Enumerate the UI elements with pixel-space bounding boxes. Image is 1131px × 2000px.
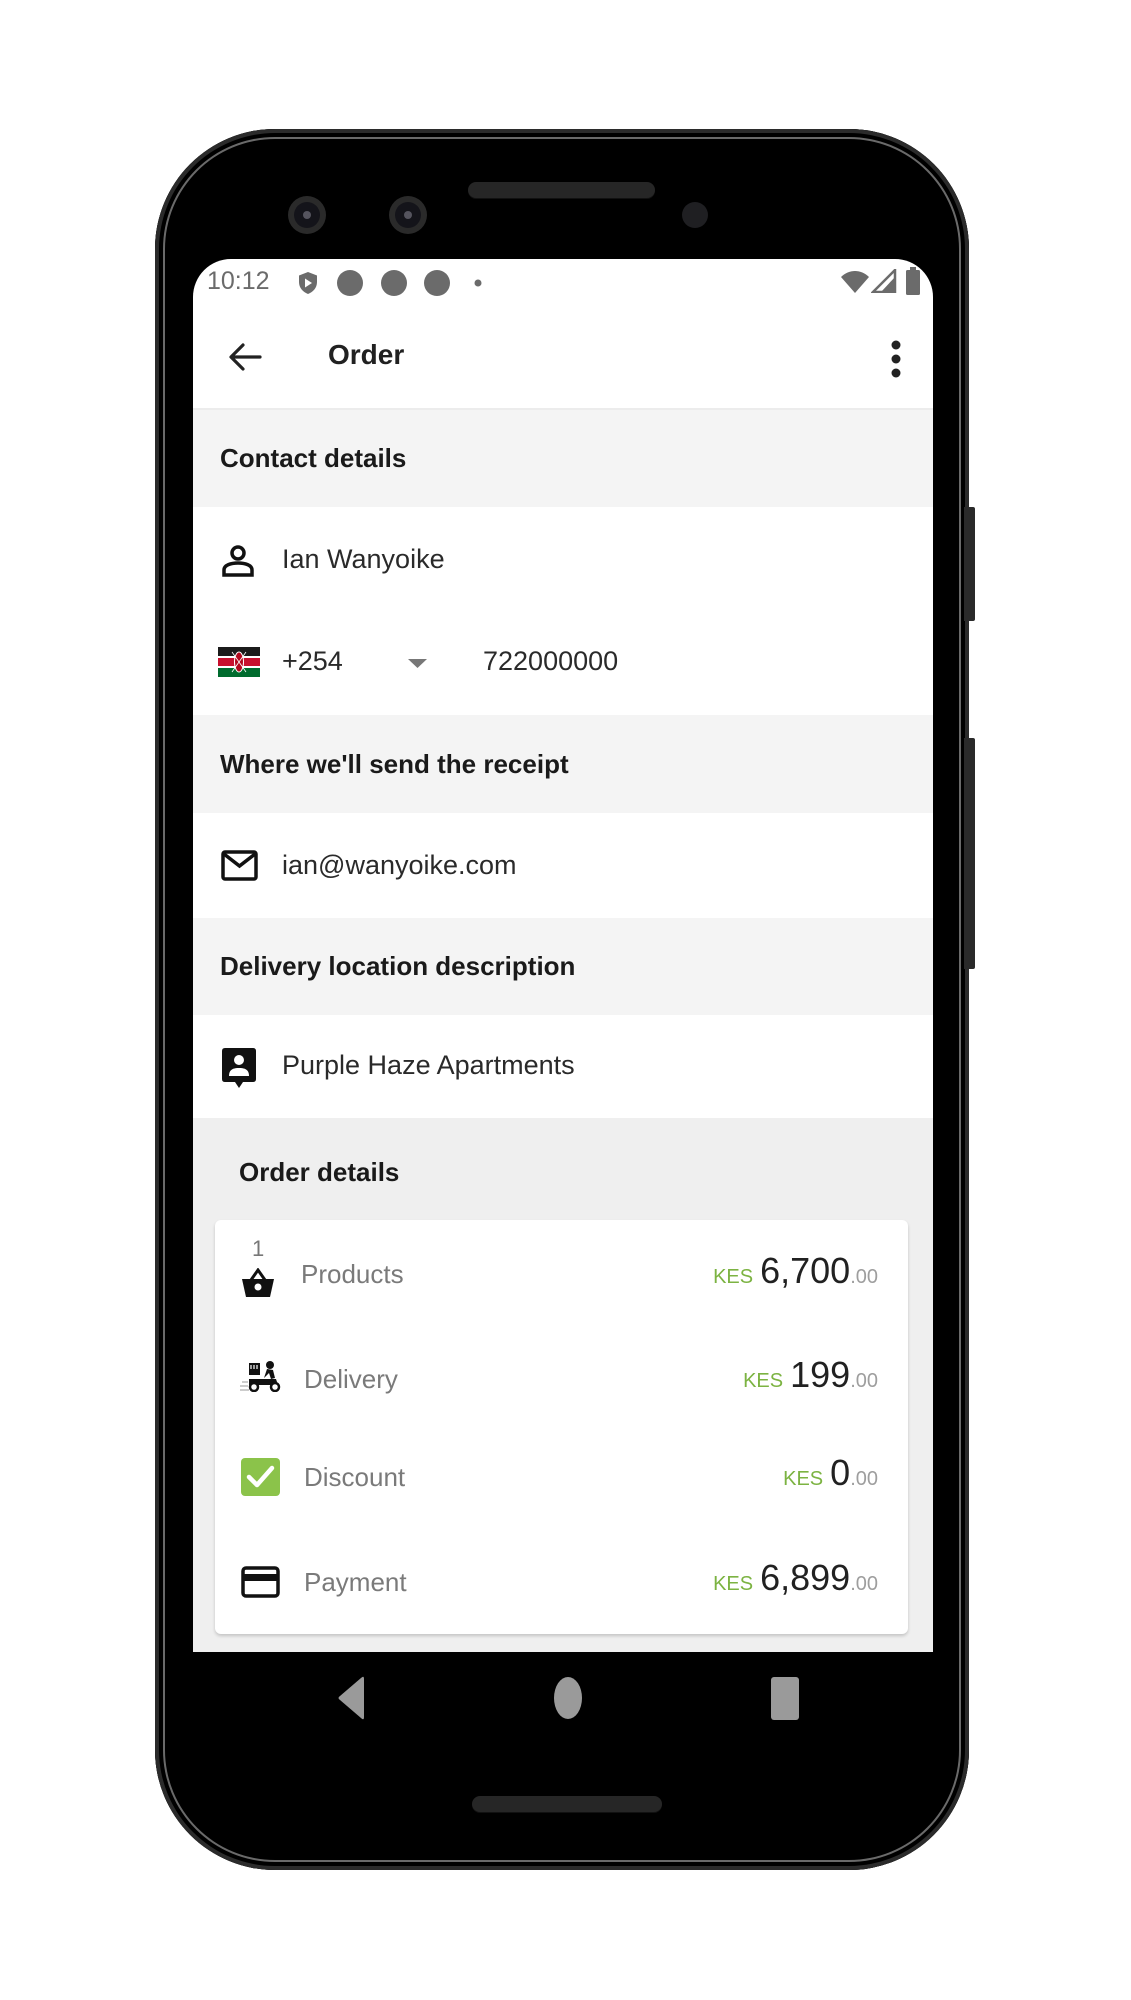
line-label: Delivery <box>304 1364 398 1394</box>
line-label: Payment <box>304 1567 407 1597</box>
amount-value: 199 <box>790 1354 851 1395</box>
signal-icon <box>871 269 897 293</box>
contact-name: Ian Wanyoike <box>282 544 445 574</box>
currency-label: KES <box>713 1573 754 1595</box>
delivery-scooter-icon <box>240 1361 281 1392</box>
arrow-back-icon[interactable] <box>227 341 263 373</box>
checkbox-checked-icon[interactable] <box>241 1458 280 1496</box>
wifi-icon <box>841 271 869 293</box>
discount-amount: KES 0 .00 <box>783 1452 878 1494</box>
line-label: Products <box>301 1259 404 1289</box>
delivery-amount: KES 199 .00 <box>743 1354 878 1396</box>
line-label: Discount <box>304 1462 406 1492</box>
proximity-sensor <box>682 202 708 228</box>
status-time: 10:12 <box>207 267 270 295</box>
notification-dot-icon <box>337 270 363 296</box>
amount-decimals: .00 <box>850 1573 878 1595</box>
power-button <box>964 507 975 621</box>
notification-icons <box>337 270 482 296</box>
section-title: Where we'll send the receipt <box>220 748 569 779</box>
order-summary-card: 1 Products KES 6,700 .00 Delivery KES 19… <box>215 1220 908 1634</box>
products-amount: KES 6,700 .00 <box>713 1250 878 1292</box>
notification-dot-icon <box>381 270 407 296</box>
currency-label: KES <box>713 1266 754 1288</box>
credit-card-icon <box>241 1566 280 1598</box>
nav-home-icon[interactable] <box>554 1677 582 1719</box>
amount-value: 0 <box>830 1452 851 1493</box>
notification-dot-icon <box>424 270 450 296</box>
section-title: Delivery location description <box>220 951 576 981</box>
name-field[interactable]: Ian Wanyoike <box>193 507 933 607</box>
screen: 10:12 Order Contact details Ian Wanyoike… <box>193 259 933 1652</box>
section-title: Contact details <box>220 443 407 473</box>
amount-decimals: .00 <box>850 1266 878 1288</box>
app-bar: Order <box>193 307 933 410</box>
currency-label: KES <box>783 1468 824 1490</box>
email-field[interactable]: ian@wanyoike.com <box>193 813 933 918</box>
section-title: Order details <box>239 1157 400 1187</box>
volume-button <box>964 738 975 969</box>
amount-value: 6,700 <box>760 1250 851 1291</box>
basket-icon <box>242 1268 274 1297</box>
person-icon <box>222 545 254 577</box>
front-camera-icon <box>389 196 427 234</box>
phone-field-row: +254 722000000 <box>193 607 933 715</box>
products-count-badge: 1 <box>252 1236 265 1261</box>
kenya-flag-icon[interactable] <box>218 647 260 677</box>
amount-decimals: .00 <box>850 1370 878 1392</box>
chevron-down-icon[interactable] <box>408 659 427 668</box>
android-nav-bar <box>338 1676 799 1720</box>
phone-number-input[interactable]: 722000000 <box>483 646 618 677</box>
nav-back-icon[interactable] <box>338 1676 365 1720</box>
location-description-field[interactable]: Purple Haze Apartments <box>193 1015 933 1118</box>
page-title: Order <box>328 339 405 370</box>
bottom-speaker <box>472 1796 662 1812</box>
front-camera-icon <box>288 196 326 234</box>
mail-icon <box>221 850 258 881</box>
order-line-payment[interactable]: Payment KES 6,899 .00 <box>215 1532 908 1634</box>
more-vert-icon[interactable] <box>890 340 902 378</box>
order-line-discount[interactable]: Discount KES 0 .00 <box>215 1428 908 1532</box>
order-details-section: Order details 1 Products KES 6,700 .00 D… <box>193 1118 933 1652</box>
contact-location-icon <box>222 1048 256 1088</box>
currency-label: KES <box>743 1370 784 1392</box>
delivery-location-header: Delivery location description <box>193 918 933 1015</box>
order-line-delivery[interactable]: Delivery KES 199 .00 <box>215 1324 908 1428</box>
battery-icon <box>906 267 920 295</box>
amount-value: 6,899 <box>760 1557 851 1598</box>
payment-amount: KES 6,899 .00 <box>713 1557 878 1599</box>
email-value: ian@wanyoike.com <box>282 850 517 880</box>
small-dot-icon <box>474 279 482 287</box>
amount-decimals: .00 <box>850 1468 878 1490</box>
earpiece-speaker <box>468 182 655 198</box>
nav-recents-icon[interactable] <box>771 1677 799 1720</box>
order-line-products[interactable]: 1 Products KES 6,700 .00 <box>215 1220 908 1324</box>
country-code[interactable]: +254 <box>282 646 343 677</box>
receipt-header: Where we'll send the receipt <box>193 715 933 813</box>
location-description-value: Purple Haze Apartments <box>282 1050 575 1080</box>
contact-details-header: Contact details <box>193 410 933 507</box>
status-bar: 10:12 <box>193 259 933 307</box>
shield-play-icon <box>299 272 317 294</box>
